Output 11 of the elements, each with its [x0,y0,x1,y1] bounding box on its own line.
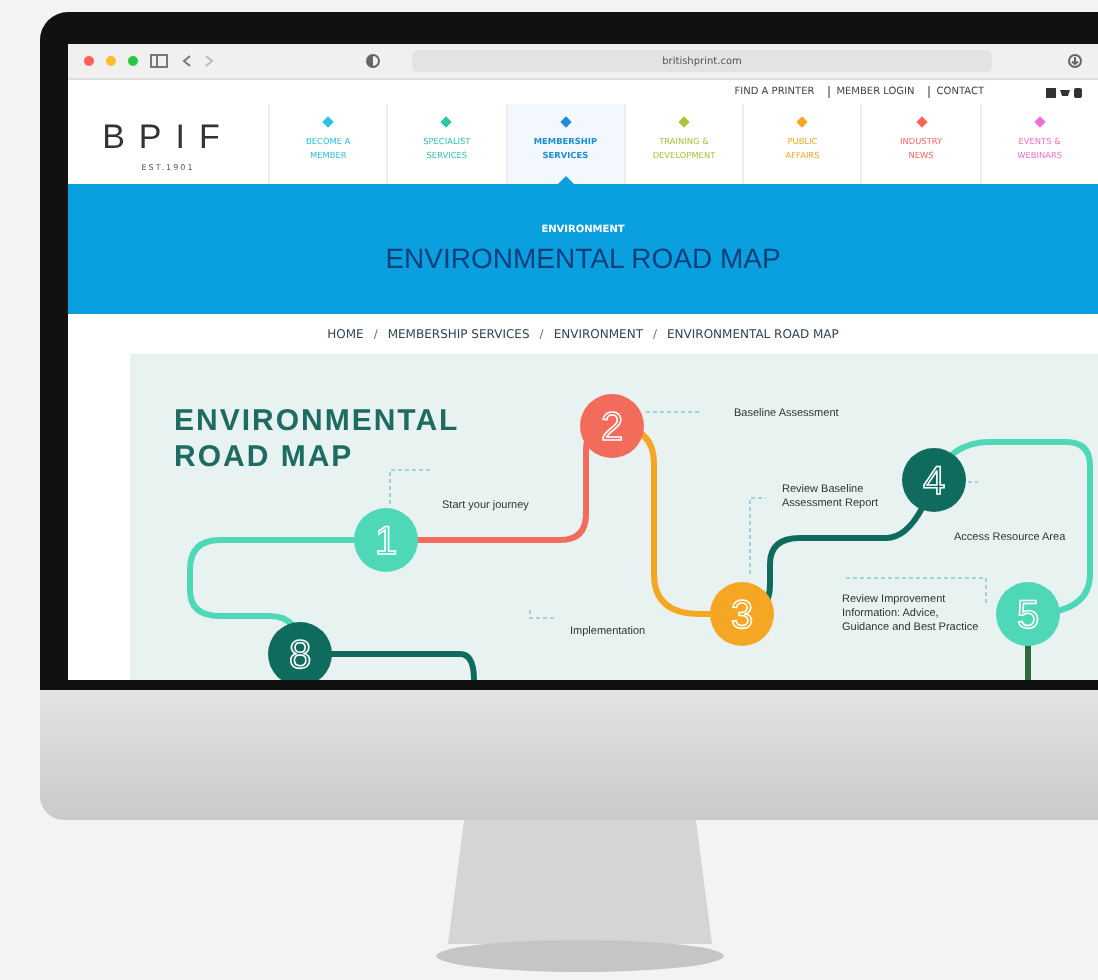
banner-title: ENVIRONMENTAL ROAD MAP [385,242,781,274]
back-icon[interactable] [182,54,192,68]
close-icon[interactable] [84,56,94,66]
social-icons-drawing[interactable] [1046,87,1082,97]
step-marker[interactable]: 8 [268,622,332,680]
sidebar-icon[interactable] [150,54,170,68]
map-title: ENVIRONMENTAL [174,404,460,438]
map-title: ROAD MAP [174,440,354,474]
download-icon[interactable] [1068,54,1082,68]
step-marker[interactable]: 4 [902,448,966,512]
logo[interactable]: BPIF [102,117,234,157]
